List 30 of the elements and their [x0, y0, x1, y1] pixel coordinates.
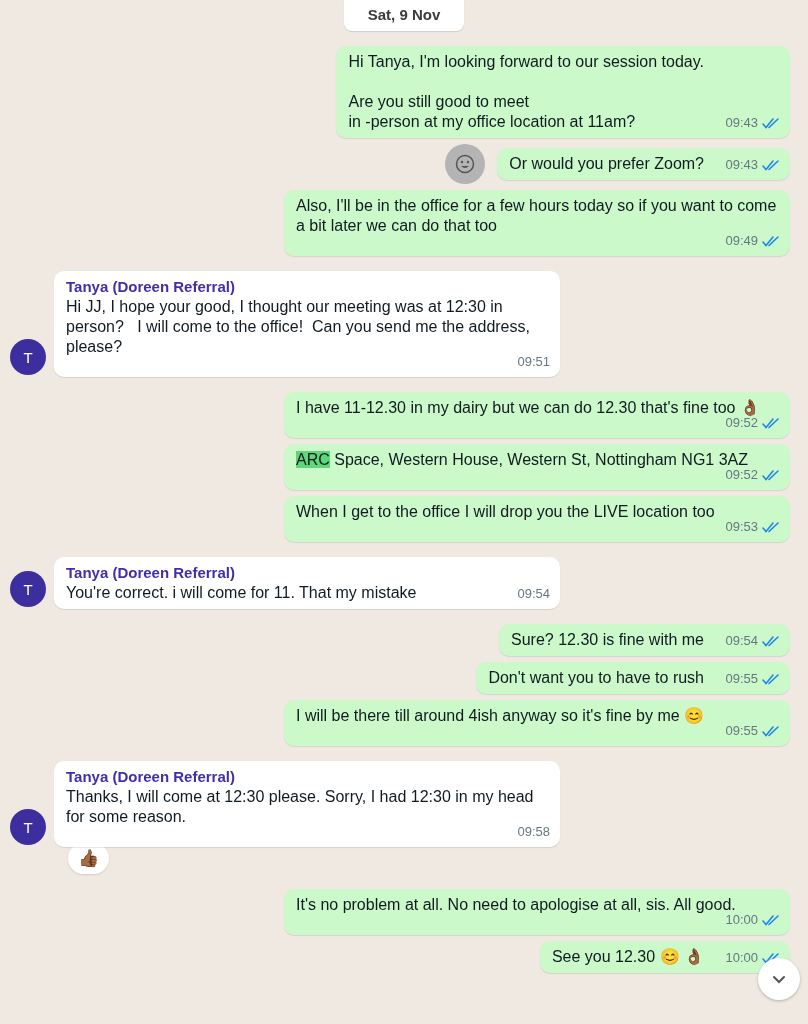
avatar[interactable]: T — [10, 571, 46, 607]
avatar[interactable]: T — [10, 339, 46, 375]
smiley-icon — [455, 154, 476, 174]
message-text: You're correct. i will come for 11. That my mistake — [66, 583, 417, 603]
message-text: I have 11-12.30 in my dairy but we can do 12.30 that's fine too 👌🏾 — [296, 398, 760, 418]
message-time: 09:53 — [725, 518, 758, 536]
scroll-down-button[interactable] — [758, 958, 800, 1000]
sender-name: Tanya (Doreen Referral) — [66, 277, 235, 297]
message-text: It's no problem at all. No need to apologise at all, sis. All good. — [296, 895, 736, 915]
avatar[interactable]: T — [10, 809, 46, 845]
message-time: 09:43 — [725, 156, 758, 174]
message-time: 09:54 — [725, 632, 758, 650]
message-time: 09:43 — [725, 114, 758, 132]
sender-name: Tanya (Doreen Referral) — [66, 767, 235, 787]
message-time: 09:54 — [517, 585, 550, 603]
sender-name: Tanya (Doreen Referral) — [66, 563, 235, 583]
message-text: Don't want you to have to rush — [488, 668, 704, 688]
message-time: 10:00 — [725, 949, 758, 967]
message-text: Sure? 12.30 is fine with me — [511, 630, 704, 650]
message-text: Hi Tanya, I'm looking forward to our session today. Are you still good to meet in -person at my office location at 11am? — [348, 52, 704, 132]
message-time: 09:55 — [725, 722, 758, 740]
message-time: 09:52 — [725, 415, 758, 432]
message-time: 09:55 — [725, 670, 758, 688]
message-text: I will be there till around 4ish anyway so it's fine by me 😊 — [296, 706, 705, 726]
message-text: Or would you prefer Zoom? — [509, 154, 704, 174]
message-time: 10:00 — [725, 912, 758, 929]
message-text: See you 12.30 😊 👌🏾 — [551, 947, 704, 967]
message-text: When I get to the office I will drop you the LIVE location too — [296, 502, 715, 522]
date-chip: Sat, 9 Nov — [343, 0, 465, 31]
emoji-button[interactable] — [445, 144, 486, 184]
